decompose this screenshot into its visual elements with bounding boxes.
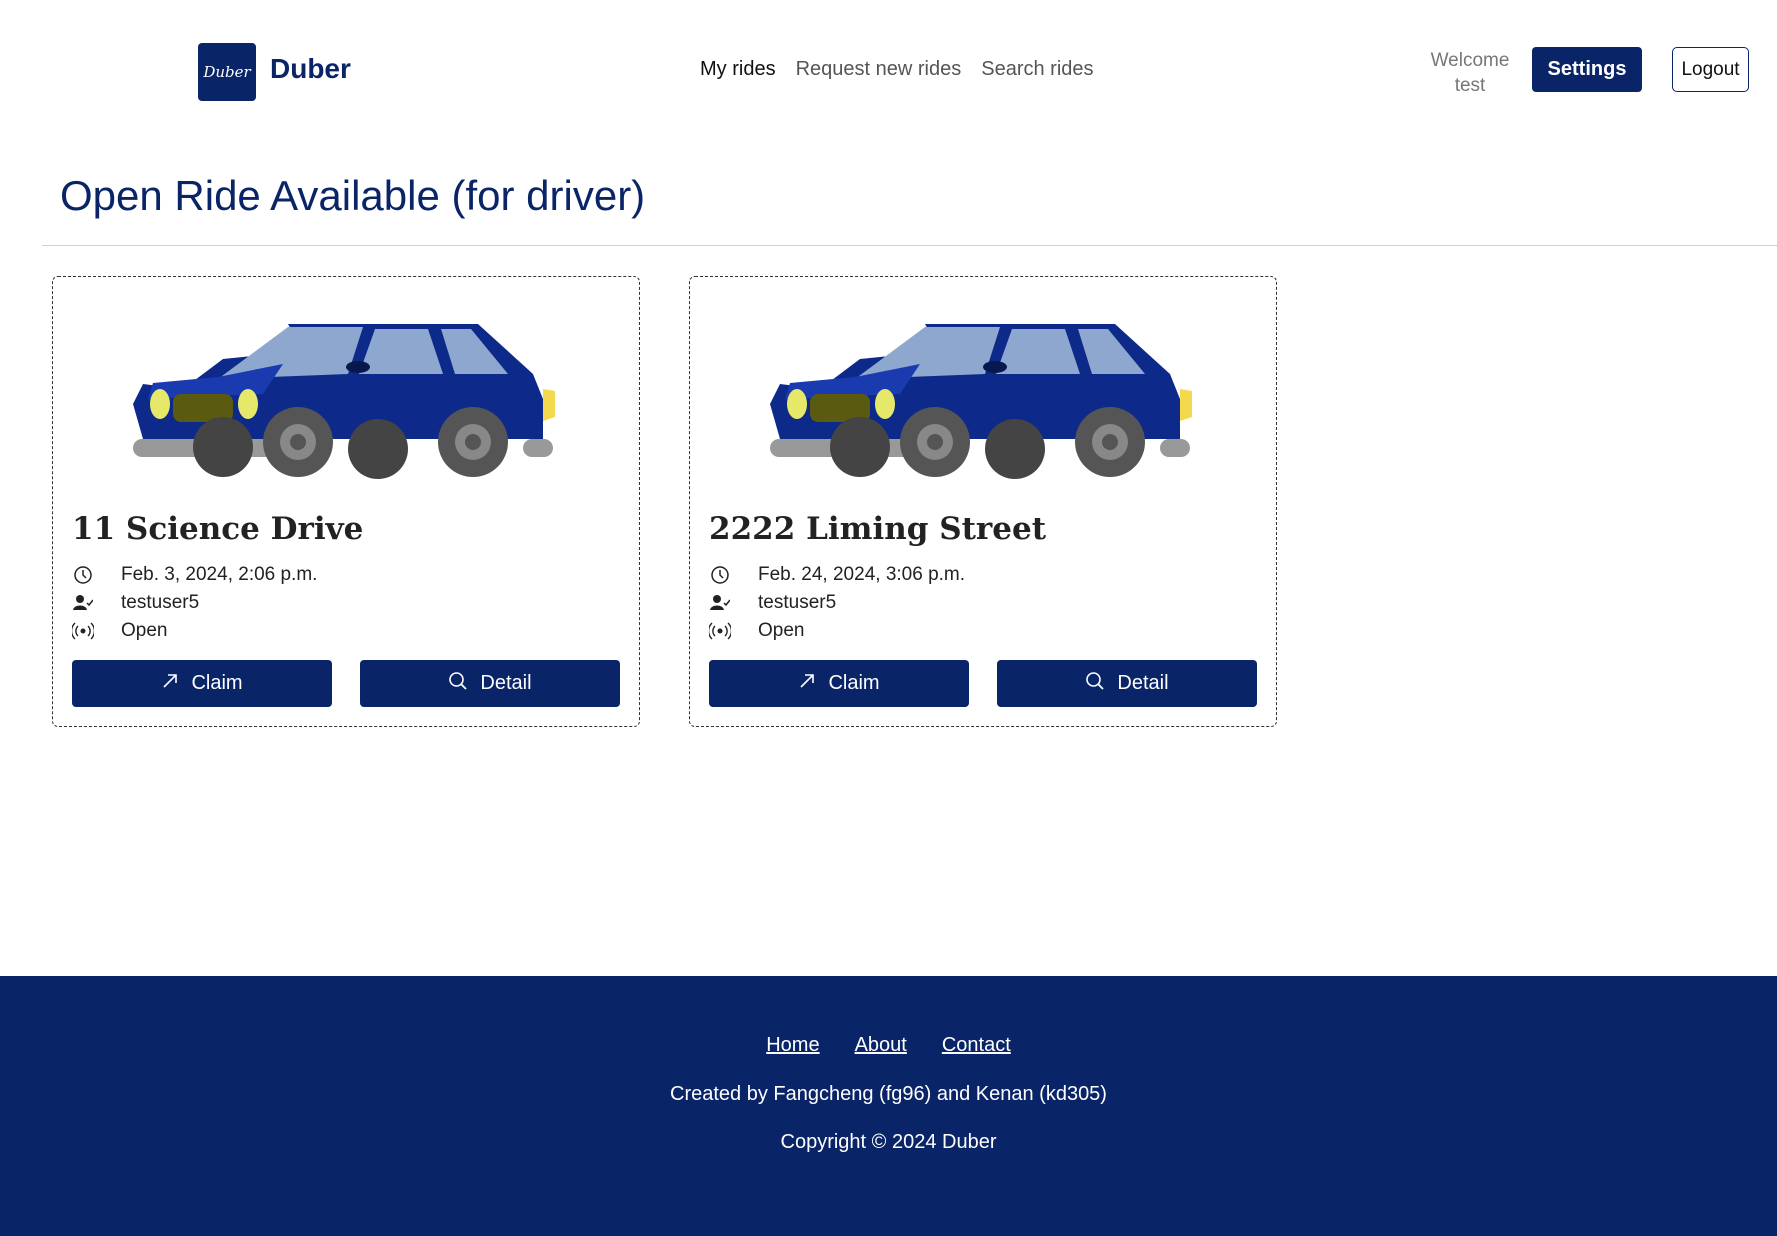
search-icon <box>448 671 468 697</box>
ride-time-row: Feb. 24, 2024, 3:06 p.m. <box>709 564 965 586</box>
title-divider <box>42 245 1777 246</box>
ride-owner-row: testuser5 <box>709 592 836 614</box>
ride-address: 2222 Liming Street <box>709 511 1047 547</box>
claim-label: Claim <box>828 672 880 694</box>
car-image <box>123 324 563 479</box>
welcome-label: Welcome <box>1430 50 1510 71</box>
brand-name[interactable]: Duber <box>270 53 351 85</box>
detail-label: Detail <box>480 672 532 694</box>
ride-card: 2222 Liming Street Feb. 24, 2024, 3:06 p… <box>689 276 1277 727</box>
logout-button[interactable]: Logout <box>1672 47 1749 92</box>
ride-card: 11 Science Drive Feb. 3, 2024, 2:06 p.m.… <box>52 276 640 727</box>
footer-link-home[interactable]: Home <box>766 1034 819 1057</box>
footer-credits: Created by Fangcheng (fg96) and Kenan (k… <box>670 1083 1107 1105</box>
ride-owner: testuser5 <box>121 592 200 613</box>
ride-datetime: Feb. 3, 2024, 2:06 p.m. <box>121 564 318 585</box>
detail-button[interactable]: Detail <box>997 660 1257 707</box>
claim-button[interactable]: Claim <box>72 660 332 707</box>
nav-search-rides[interactable]: Search rides <box>981 58 1093 81</box>
ride-time-row: Feb. 3, 2024, 2:06 p.m. <box>72 564 317 586</box>
ride-status: Open <box>758 620 805 641</box>
site-footer: Home About Contact Created by Fangcheng … <box>0 976 1777 1236</box>
brand-logo[interactable]: Duber <box>198 43 256 101</box>
arrow-up-right-icon <box>161 672 179 696</box>
ride-datetime: Feb. 24, 2024, 3:06 p.m. <box>758 564 966 585</box>
main-nav: My rides Request new rides Search rides <box>700 58 1094 81</box>
user-check-icon <box>709 592 731 614</box>
footer-link-about[interactable]: About <box>855 1034 907 1057</box>
claim-button[interactable]: Claim <box>709 660 969 707</box>
nav-my-rides[interactable]: My rides <box>700 58 776 81</box>
claim-label: Claim <box>191 672 243 694</box>
clock-icon <box>709 564 731 586</box>
broadcast-icon <box>709 620 731 642</box>
search-icon <box>1085 671 1105 697</box>
nav-request-new-rides[interactable]: Request new rides <box>796 58 962 81</box>
detail-label: Detail <box>1117 672 1169 694</box>
welcome-username: test <box>1454 75 1486 96</box>
settings-button[interactable]: Settings <box>1532 47 1642 92</box>
ride-address: 11 Science Drive <box>72 511 364 547</box>
ride-status-row: Open <box>709 620 804 642</box>
user-check-icon <box>72 592 94 614</box>
ride-status-row: Open <box>72 620 167 642</box>
car-image <box>770 324 1192 479</box>
clock-icon <box>72 564 94 586</box>
page-title: Open Ride Available (for driver) <box>60 172 646 219</box>
footer-links: Home About Contact <box>0 1034 1777 1057</box>
broadcast-icon <box>72 620 94 642</box>
brand-logo-text: Duber <box>203 63 251 81</box>
footer-copyright: Copyright © 2024 Duber <box>780 1131 997 1153</box>
ride-owner: testuser5 <box>758 592 837 613</box>
detail-button[interactable]: Detail <box>360 660 620 707</box>
ride-owner-row: testuser5 <box>72 592 199 614</box>
welcome-text: Welcome test <box>1420 48 1520 98</box>
arrow-up-right-icon <box>798 672 816 696</box>
ride-status: Open <box>121 620 168 641</box>
footer-link-contact[interactable]: Contact <box>942 1034 1011 1057</box>
